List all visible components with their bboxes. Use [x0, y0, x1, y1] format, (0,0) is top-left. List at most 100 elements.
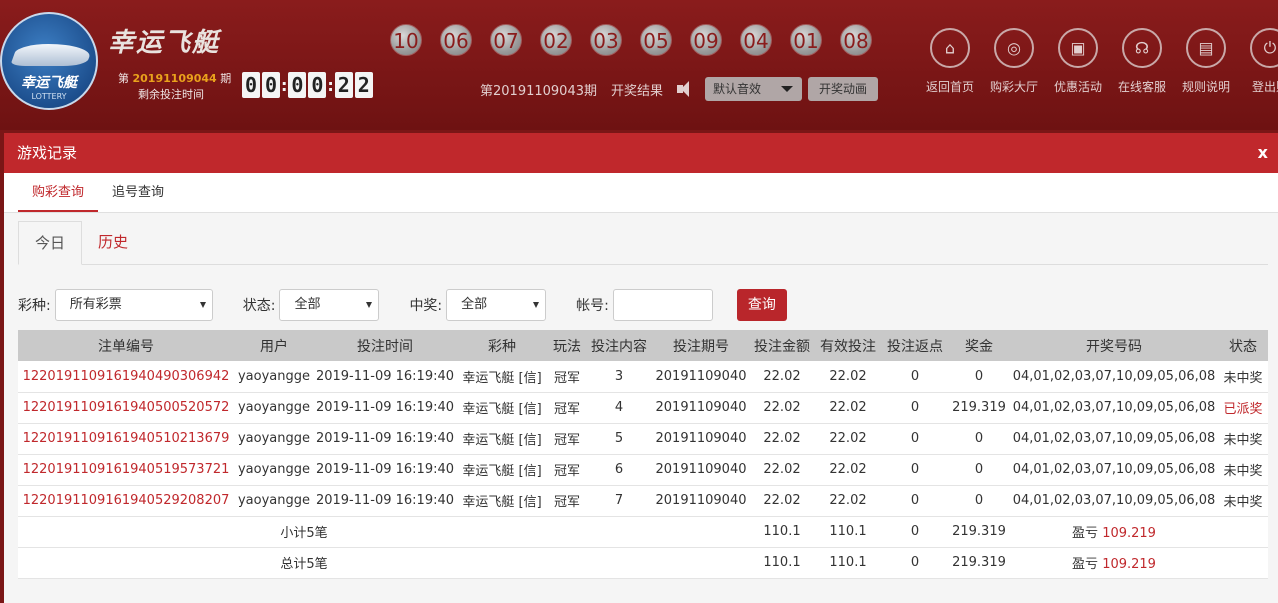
- cell-draw-numbers: 04,01,02,03,07,10,09,05,06,08: [1010, 392, 1218, 424]
- cell-bet-time: 2019-11-09 16:19:40: [314, 392, 456, 424]
- cell-draw-numbers: 04,01,02,03,07,10,09,05,06,08: [1010, 454, 1218, 486]
- cell-bet-time: 2019-11-09 16:19:40: [314, 454, 456, 486]
- current-period: 第 20191109044 期: [118, 70, 231, 86]
- win-filter-label: 中奖:: [409, 298, 443, 314]
- timer-digit: 0: [262, 72, 280, 98]
- subtotal-bonus: 219.319: [948, 516, 1010, 548]
- profit-loss-label: 盈亏: [1072, 557, 1099, 572]
- speaker-icon[interactable]: [677, 81, 695, 97]
- cell-bet-time: 2019-11-09 16:19:40: [314, 423, 456, 455]
- total-row: 总计5笔 110.1 110.1 0 219.319 盈亏 109.219: [18, 547, 1268, 579]
- lottery-select[interactable]: 所有彩票: [54, 289, 213, 321]
- game-logo[interactable]: 幸运飞艇 LOTTERY: [0, 12, 98, 110]
- cell-rebate: 0: [882, 361, 948, 393]
- cell-valid-bet: 22.02: [814, 423, 882, 455]
- cell-play-type: 冠军: [548, 392, 586, 424]
- cell-lottery: 幸运飞艇 [信]: [456, 423, 548, 455]
- draw-ball: 05: [640, 24, 672, 56]
- cell-lottery: 幸运飞艇 [信]: [456, 361, 548, 393]
- table-row[interactable]: 1220191109161940490306942 yaoyangge 2019-1…: [18, 361, 1268, 393]
- cell-bet-amount: 22.02: [750, 392, 814, 424]
- col-header: 用户: [234, 330, 314, 361]
- draw-ball: 04: [740, 24, 772, 56]
- close-icon[interactable]: x: [1258, 133, 1268, 173]
- cell-draw-numbers: 04,01,02,03,07,10,09,05,06,08: [1010, 485, 1218, 517]
- chevron-down-icon: [533, 302, 540, 308]
- cell-bet-status: 未中奖: [1218, 485, 1268, 517]
- tab-history[interactable]: 历史: [82, 221, 144, 264]
- nav-customer-service[interactable]: ☊ 在线客服: [1110, 28, 1174, 95]
- win-select[interactable]: 全部: [446, 289, 547, 321]
- table-row[interactable]: 1220191109161940500520572 yaoyangge 2019-1…: [18, 392, 1268, 424]
- period-number: 20191109044: [132, 72, 217, 85]
- home-icon: ⌂: [944, 38, 956, 58]
- account-input[interactable]: [612, 289, 713, 321]
- result-bar: 第20191109043期 开奖结果 默认音效 开奖动画: [480, 77, 878, 101]
- cell-bet-period: 20191109040: [652, 361, 750, 393]
- profit-loss-label: 盈亏: [1072, 526, 1099, 541]
- modal-header: 游戏记录 x: [4, 133, 1278, 173]
- nav-rules[interactable]: ▤ 规则说明: [1174, 28, 1238, 95]
- subtotal-profit-loss: 盈亏 109.219: [1010, 516, 1218, 548]
- timer-digit: 2: [354, 72, 373, 98]
- cell-bet-amount: 22.02: [750, 485, 814, 517]
- timer-separator: :: [327, 75, 334, 95]
- cell-play-type: 冠军: [548, 423, 586, 455]
- col-header: 状态: [1218, 330, 1268, 361]
- cell-bet-id[interactable]: 1220191109161940519573721: [18, 454, 234, 486]
- col-header: 投注时间: [314, 330, 456, 361]
- date-tabs: 今日 历史: [18, 221, 1268, 265]
- draw-ball: 10: [390, 24, 422, 56]
- sound-select[interactable]: 默认音效: [705, 77, 802, 101]
- tab-chase-query[interactable]: 追号查询: [98, 173, 178, 212]
- cell-bet-period: 20191109040: [652, 392, 750, 424]
- col-header: 彩种: [456, 330, 548, 361]
- cell-bet-id[interactable]: 1220191109161940529208207: [18, 485, 234, 517]
- query-button[interactable]: 查询: [736, 289, 787, 321]
- cell-play-type: 冠军: [548, 361, 586, 393]
- top-header: 幸运飞艇 LOTTERY 幸运飞艇 第 20191109044 期 剩余投注时间…: [0, 0, 1278, 130]
- nav-promotions[interactable]: ▣ 优惠活动: [1046, 28, 1110, 95]
- total-bonus: 219.319: [948, 547, 1010, 579]
- chevron-down-icon: [781, 86, 793, 92]
- cell-valid-bet: 22.02: [814, 361, 882, 393]
- cell-bet-period: 20191109040: [652, 485, 750, 517]
- cell-bet-content: 3: [586, 361, 652, 393]
- table-row[interactable]: 1220191109161940510213679 yaoyangge 2019-1…: [18, 423, 1268, 455]
- cell-bet-id[interactable]: 1220191109161940510213679: [18, 423, 234, 455]
- nav-logout[interactable]: ⏻ 登出账: [1238, 28, 1278, 95]
- table-row[interactable]: 1220191109161940529208207 yaoyangge 2019-1…: [18, 485, 1268, 517]
- period-suffix: 期: [220, 72, 232, 85]
- cell-bet-id[interactable]: 1220191109161940490306942: [18, 361, 234, 393]
- cell-bonus: 0: [948, 485, 1010, 517]
- record-tabs: 购彩查询 追号查询: [4, 173, 1278, 213]
- draw-ball: 07: [490, 24, 522, 56]
- logo-text: 幸运飞艇: [21, 75, 77, 91]
- col-header: 有效投注: [814, 330, 882, 361]
- cell-user: yaoyangge: [234, 392, 314, 424]
- nav-label: 规则说明: [1181, 80, 1230, 94]
- status-select[interactable]: 全部: [279, 289, 380, 321]
- tab-bet-query[interactable]: 购彩查询: [18, 173, 99, 212]
- headset-icon: ☊: [1134, 38, 1150, 58]
- cell-bet-period: 20191109040: [652, 454, 750, 486]
- status-select-value: 全部: [294, 297, 321, 312]
- table-row[interactable]: 1220191109161940519573721 yaoyangge 2019-1…: [18, 454, 1268, 486]
- col-header: 奖金: [948, 330, 1010, 361]
- cell-bet-period: 20191109040: [652, 423, 750, 455]
- subtotal-valid: 110.1: [814, 516, 882, 548]
- total-amount: 110.1: [750, 547, 814, 579]
- remain-label: 剩余投注时间: [138, 88, 204, 101]
- nav-home[interactable]: ⌂ 返回首页: [918, 28, 982, 95]
- cell-bet-id[interactable]: 1220191109161940500520572: [18, 392, 234, 424]
- tab-today[interactable]: 今日: [18, 221, 83, 265]
- logo-sub: LOTTERY: [31, 92, 67, 101]
- total-rebate: 0: [882, 547, 948, 579]
- draw-animation-button[interactable]: 开奖动画: [808, 77, 878, 101]
- cell-rebate: 0: [882, 485, 948, 517]
- subtotal-row: 小计5笔 110.1 110.1 0 219.319 盈亏 109.219: [18, 516, 1268, 548]
- period-prefix: 第: [118, 72, 129, 85]
- lottery-filter-label: 彩种:: [18, 298, 51, 314]
- col-header: 投注期号: [652, 330, 750, 361]
- nav-lottery-hall[interactable]: ◎ 购彩大厅: [982, 28, 1046, 95]
